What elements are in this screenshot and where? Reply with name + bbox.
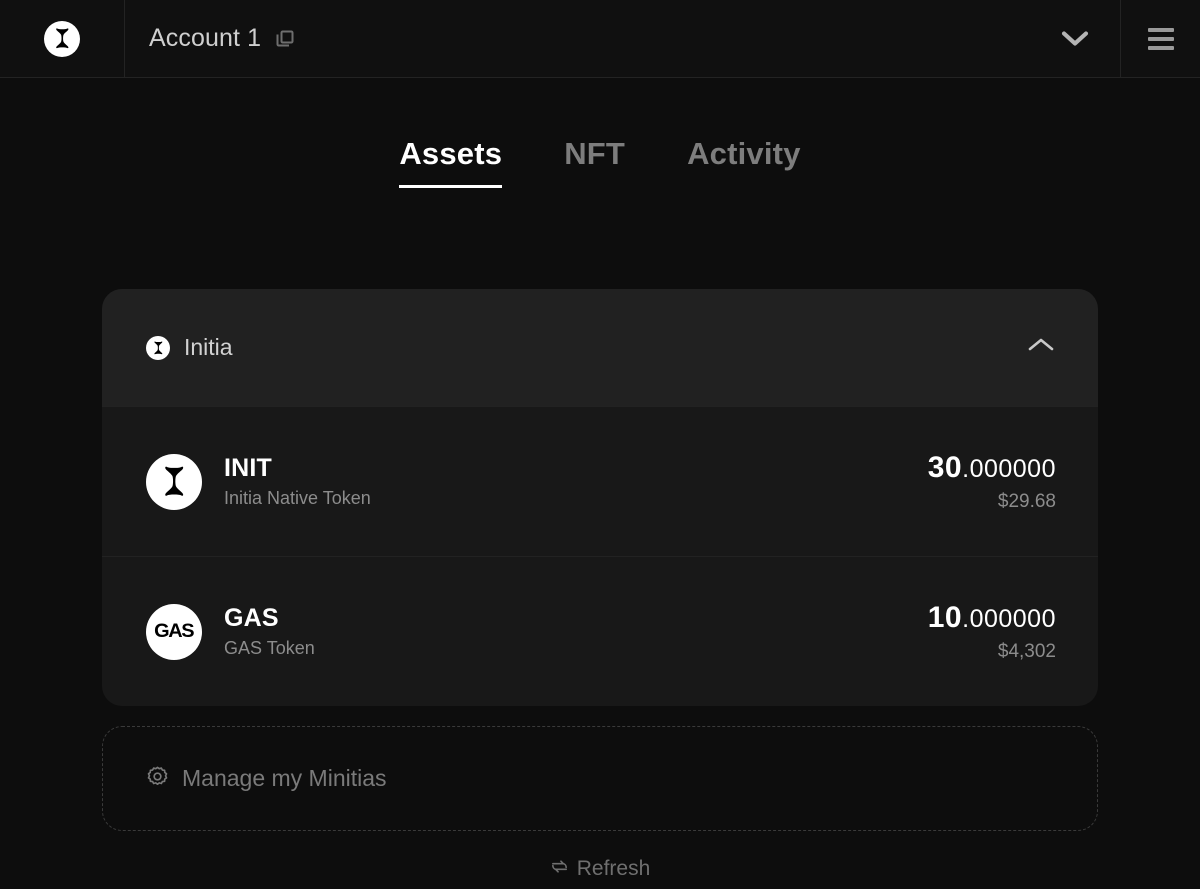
manage-minitias-label: Manage my Minitias [182, 765, 387, 791]
chain-name: Initia [184, 334, 233, 360]
top-bar: Account 1 [0, 0, 1200, 78]
initia-logo-icon [146, 335, 170, 360]
token-amount-integer: 30 [927, 450, 963, 484]
token-meta: INIT Initia Native Token [224, 454, 371, 510]
token-symbol: GAS [224, 603, 279, 632]
token-meta: GAS GAS Token [224, 604, 315, 660]
token-amount: 30.000000 [928, 451, 1056, 484]
chevron-down-icon[interactable] [1060, 29, 1090, 48]
token-amount-decimal: .000000 [962, 604, 1056, 633]
refresh-label: Refresh [576, 857, 651, 880]
copy-icon[interactable] [274, 28, 296, 50]
refresh-button[interactable]: Refresh [102, 857, 1098, 881]
hamburger-bar [1147, 45, 1174, 50]
token-row[interactable]: GAS GAS GAS Token 10.000000 $4,302 [102, 556, 1098, 706]
token-fiat-value: $4,302 [997, 640, 1056, 662]
assets-content: Initia INIT Initia Native Token 30.00000… [102, 188, 1098, 881]
hamburger-bar [1147, 36, 1174, 41]
account-selector[interactable]: Account 1 [125, 0, 1121, 77]
chain-card-header[interactable]: Initia [102, 289, 1098, 406]
tab-bar: Assets NFT Activity [0, 136, 1200, 188]
gear-icon [147, 766, 168, 792]
gas-token-label: GAS [154, 620, 195, 642]
account-name: Account 1 [149, 24, 262, 52]
brand-cell [0, 0, 125, 77]
token-description: Initia Native Token [224, 488, 371, 509]
token-amount-decimal: .000000 [962, 454, 1056, 483]
token-fiat-value: $29.68 [997, 490, 1056, 512]
token-row[interactable]: INIT Initia Native Token 30.000000 $29.6… [102, 406, 1098, 556]
initia-logo-icon [44, 20, 80, 57]
token-values: 10.000000 $4,302 [928, 601, 1056, 663]
initia-token-icon [146, 453, 202, 510]
manage-minitias-button[interactable]: Manage my Minitias [102, 726, 1098, 831]
token-symbol: INIT [224, 453, 273, 482]
hamburger-menu-icon[interactable] [1121, 0, 1200, 77]
token-amount: 10.000000 [928, 601, 1056, 634]
chain-card-initia: Initia INIT Initia Native Token 30.00000… [102, 289, 1098, 706]
tab-assets[interactable]: Assets [399, 136, 503, 188]
refresh-icon [550, 857, 569, 881]
hamburger-bars [1147, 27, 1174, 50]
token-amount-integer: 10 [927, 600, 963, 634]
tab-nft[interactable]: NFT [564, 136, 625, 185]
token-description: GAS Token [224, 638, 315, 659]
hamburger-bar [1147, 27, 1174, 32]
token-values: 30.000000 $29.68 [928, 451, 1056, 513]
tab-activity[interactable]: Activity [687, 136, 801, 185]
chevron-up-icon[interactable] [1026, 336, 1056, 359]
gas-token-icon: GAS [146, 603, 202, 660]
